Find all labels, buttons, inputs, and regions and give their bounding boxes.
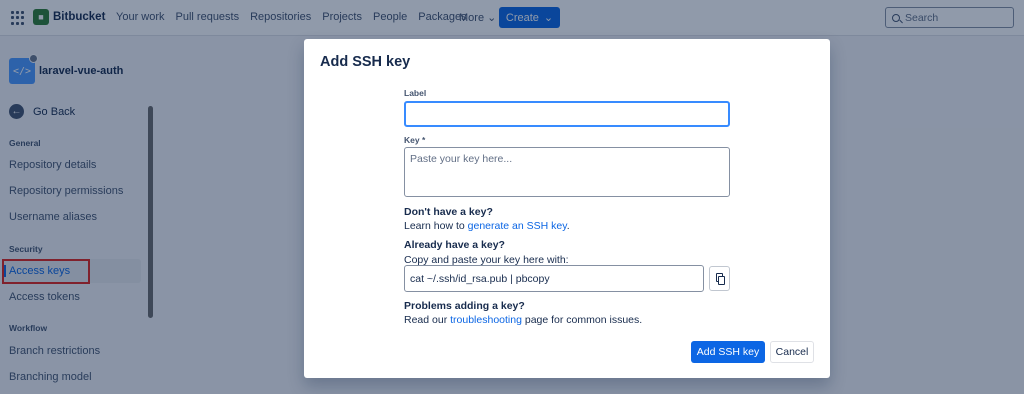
no-key-prefix: Learn how to xyxy=(404,220,468,232)
copy-icon-front xyxy=(718,276,725,285)
add-ssh-key-button[interactable]: Add SSH key xyxy=(691,341,765,363)
no-key-text: Learn how to generate an SSH key. xyxy=(404,220,570,232)
copy-button[interactable] xyxy=(709,266,730,291)
problems-text: Read our troubleshooting page for common… xyxy=(404,314,642,326)
copy-command-field[interactable] xyxy=(404,265,704,292)
no-key-heading: Don't have a key? xyxy=(404,206,493,218)
problems-prefix: Read our xyxy=(404,314,451,326)
troubleshooting-link[interactable]: troubleshooting xyxy=(450,314,522,326)
problems-suffix: page for common issues. xyxy=(521,314,643,326)
generate-ssh-key-link[interactable]: generate an SSH key xyxy=(468,220,567,232)
key-field-label: Key * xyxy=(404,135,426,145)
have-key-heading: Already have a key? xyxy=(404,239,505,251)
label-input[interactable] xyxy=(404,101,730,127)
add-ssh-key-dialog: Add SSH key Label Key * Don't have a key… xyxy=(304,39,830,378)
dialog-title: Add SSH key xyxy=(320,54,411,70)
key-textarea[interactable] xyxy=(404,147,730,197)
problems-heading: Problems adding a key? xyxy=(404,300,525,312)
no-key-suffix: . xyxy=(566,220,570,232)
cancel-button[interactable]: Cancel xyxy=(770,341,814,363)
label-field-label: Label xyxy=(404,88,427,98)
